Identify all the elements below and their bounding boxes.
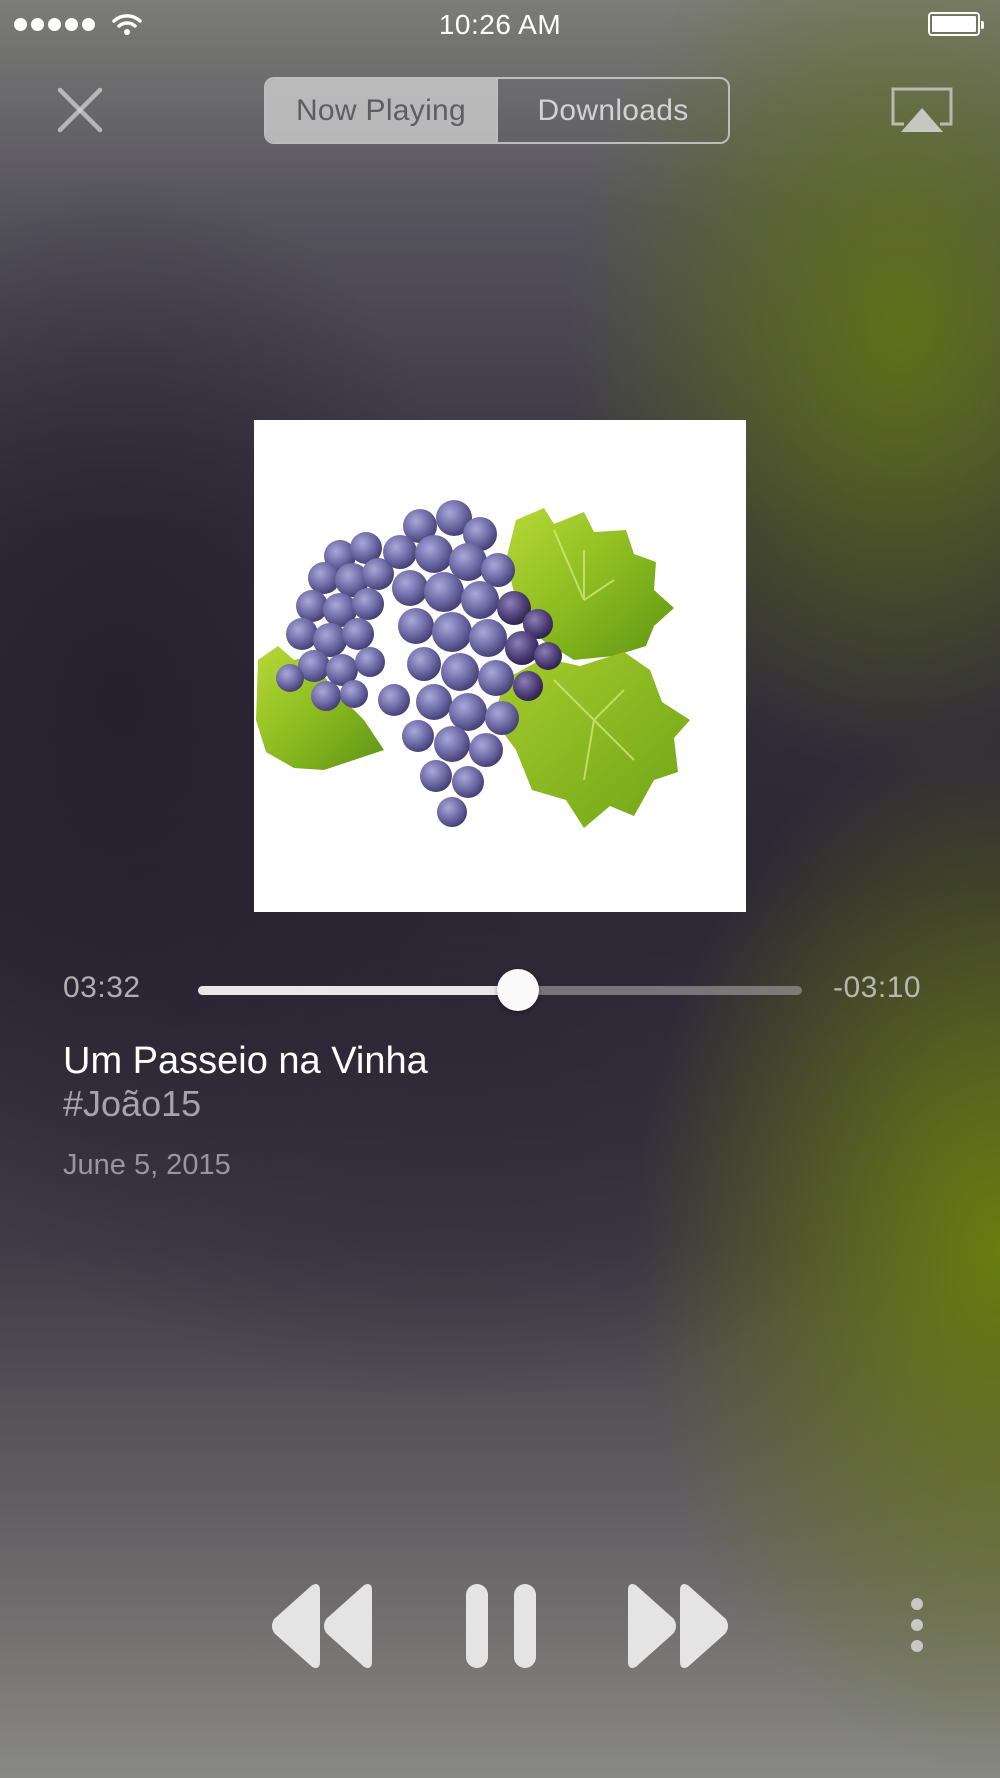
more-options-button[interactable] — [905, 1594, 929, 1656]
elapsed-time: 03:32 — [63, 971, 141, 1004]
remaining-time: -03:10 — [833, 971, 922, 1004]
track-artist: #João15 — [63, 1083, 202, 1124]
track-date: June 5, 2015 — [63, 1149, 231, 1181]
pause-button[interactable] — [462, 1580, 540, 1672]
view-segmented-control: Now Playing Downloads — [264, 77, 730, 144]
rewind-button[interactable] — [270, 1580, 376, 1672]
battery-icon — [928, 12, 984, 36]
close-icon — [57, 87, 103, 133]
close-button[interactable] — [50, 80, 110, 140]
status-bar: 10:26 AM — [0, 0, 1000, 50]
tab-downloads[interactable]: Downloads — [496, 79, 728, 142]
airplay-icon — [891, 87, 953, 132]
track-title: Um Passeio na Vinha — [63, 1040, 428, 1082]
album-artwork — [254, 420, 746, 912]
fast-forward-button[interactable] — [624, 1580, 730, 1672]
fast-forward-icon — [628, 1584, 728, 1668]
tab-now-playing[interactable]: Now Playing — [266, 79, 496, 142]
progress-fill — [198, 986, 519, 995]
rewind-icon — [272, 1584, 372, 1668]
more-vertical-icon — [911, 1598, 923, 1652]
progress-slider[interactable] — [198, 969, 802, 1011]
grapes-artwork-icon — [254, 420, 746, 912]
pause-icon — [466, 1584, 536, 1668]
status-time: 10:26 AM — [438, 9, 562, 40]
progress-thumb[interactable] — [497, 969, 540, 1011]
airplay-button[interactable] — [890, 86, 954, 138]
